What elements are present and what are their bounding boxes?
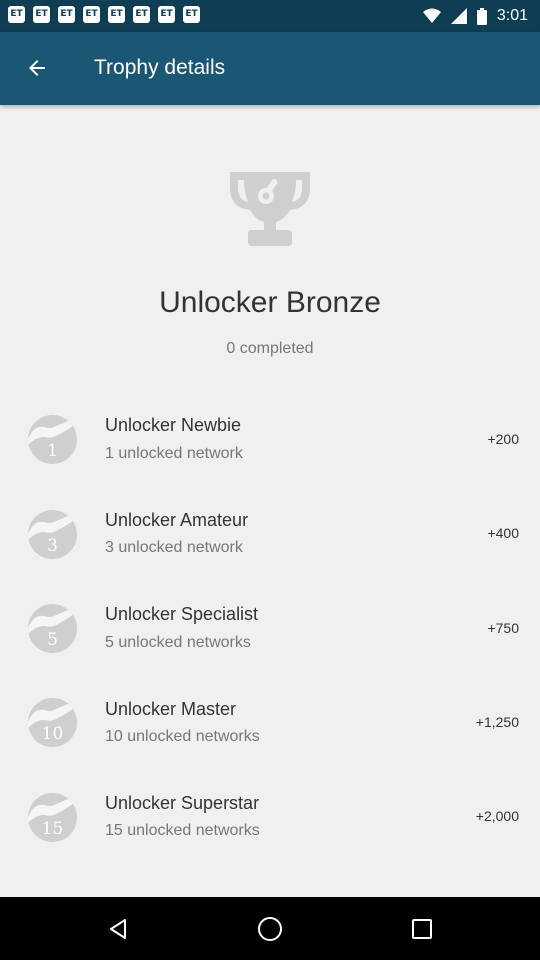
- level-title: Unlocker Amateur: [105, 510, 249, 530]
- carrier-badge-icon: ET: [183, 6, 200, 23]
- square-recents-icon: [412, 919, 432, 939]
- list-item[interactable]: 3 Unlocker Amateur 3 unlocked network +4…: [0, 487, 540, 582]
- carrier-badge-icon: ET: [33, 6, 50, 23]
- level-points: +2,000: [475, 808, 519, 824]
- circle-home-icon: [258, 917, 282, 941]
- carrier-badge-icon: ET: [8, 6, 25, 23]
- battery-icon: [476, 7, 487, 25]
- list-item[interactable]: 15 Unlocker Superstar 15 unlocked networ…: [0, 770, 540, 865]
- trophy-name: Unlocker Bronze: [159, 286, 381, 319]
- level-points: +200: [487, 431, 519, 447]
- key-badge-icon: 1: [28, 415, 77, 464]
- carrier-badge-icon: ET: [83, 6, 100, 23]
- key-badge-icon: 10: [28, 698, 77, 747]
- list-item[interactable]: 10 Unlocker Master 10 unlocked networks …: [0, 676, 540, 771]
- arrow-left-icon: [29, 60, 45, 76]
- level-requirement: 15 unlocked networks: [105, 822, 260, 839]
- notification-icons: ET ET ET ET ET ET ET ET: [8, 6, 200, 23]
- carrier-badge-icon: ET: [133, 6, 150, 23]
- level-points: +750: [487, 620, 519, 636]
- key-badge-icon: 3: [28, 510, 77, 559]
- nav-recents-button[interactable]: [398, 905, 446, 953]
- page-title: Trophy details: [94, 56, 226, 79]
- key-badge-icon: 15: [28, 793, 77, 842]
- level-title: Unlocker Master: [105, 699, 237, 719]
- level-requirement: 3 unlocked network: [105, 539, 243, 556]
- carrier-badge-icon: ET: [158, 6, 175, 23]
- back-button[interactable]: [13, 44, 61, 92]
- app-bar: Trophy details: [0, 32, 540, 105]
- level-title: Unlocker Superstar: [105, 793, 260, 813]
- signal-icon: [450, 8, 467, 24]
- status-right: 3:01: [422, 0, 528, 32]
- nav-home-button[interactable]: [246, 905, 294, 953]
- nav-back-button[interactable]: [94, 905, 142, 953]
- carrier-badge-icon: ET: [108, 6, 125, 23]
- trophy-icon: [230, 172, 310, 246]
- level-points: +400: [487, 525, 519, 541]
- level-requirement: 10 unlocked networks: [105, 728, 260, 745]
- level-requirement: 1 unlocked network: [105, 445, 243, 462]
- status-bar: ET ET ET ET ET ET ET ET 3:01: [0, 0, 540, 32]
- trophy-completed-count: 0 completed: [226, 340, 314, 357]
- level-title: Unlocker Newbie: [105, 415, 242, 435]
- clock: 3:01: [496, 7, 528, 24]
- key-badge-icon: 5: [28, 604, 77, 653]
- system-nav-bar: [0, 897, 540, 960]
- wifi-icon: [422, 8, 441, 23]
- level-points: +1,250: [475, 714, 519, 730]
- triangle-back-icon: [110, 919, 126, 939]
- level-requirement: 5 unlocked networks: [105, 634, 251, 651]
- list-item[interactable]: 5 Unlocker Specialist 5 unlocked network…: [0, 581, 540, 676]
- carrier-badge-icon: ET: [58, 6, 75, 23]
- level-title: Unlocker Specialist: [105, 604, 259, 624]
- list-item[interactable]: 1 Unlocker Newbie 1 unlocked network +20…: [0, 392, 540, 487]
